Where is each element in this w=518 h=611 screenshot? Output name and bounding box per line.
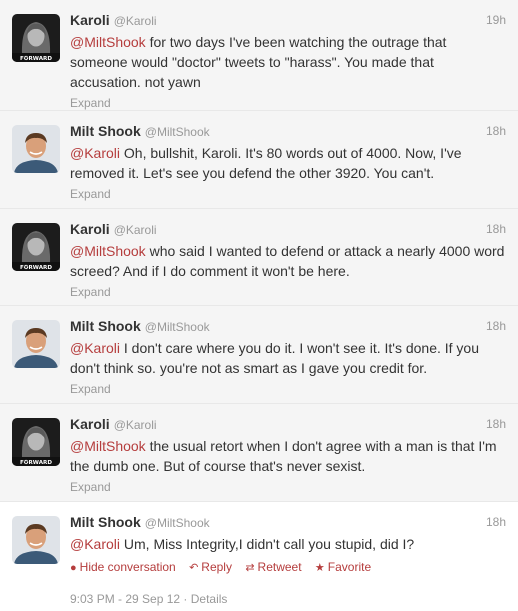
details-link[interactable]: Details <box>191 592 228 606</box>
tweet[interactable]: F✪RWARD Karoli @Karoli 18h @MiltShook who… <box>0 209 518 306</box>
avatar[interactable] <box>12 516 60 564</box>
tweet-timestamp[interactable]: 18h <box>486 222 506 236</box>
tweet-body: Um, Miss Integrity,I didn't call you stu… <box>120 536 415 552</box>
expand-link[interactable]: Expand <box>70 382 506 396</box>
tweet-header: Milt Shook @MiltShook 18h <box>70 123 506 141</box>
avatar[interactable]: F✪RWARD <box>12 418 60 466</box>
expand-link[interactable]: Expand <box>70 480 506 494</box>
hide-conversation-label: Hide conversation <box>79 560 176 574</box>
meta-separator: · <box>180 592 191 606</box>
tweet-full-timestamp[interactable]: 9:03 PM - 29 Sep 12 <box>70 592 180 606</box>
mention-link[interactable]: @MiltShook <box>70 438 146 454</box>
tweet-actions: ● Hide conversation ↶ Reply ⇄ Retweet ★ Favo… <box>70 560 506 574</box>
mention-link[interactable]: @Karoli <box>70 340 120 356</box>
favorite-button[interactable]: ★ Favorite <box>315 560 371 574</box>
author-name[interactable]: Milt Shook <box>70 318 141 334</box>
expand-link[interactable]: Expand <box>70 187 506 201</box>
karoli-avatar-image: F✪RWARD <box>12 418 60 466</box>
tweet-timestamp[interactable]: 18h <box>486 515 506 529</box>
tweet-text: @Karoli Um, Miss Integrity,I didn't call… <box>70 534 506 554</box>
tweet-meta: 9:03 PM - 29 Sep 12 · Details <box>70 592 506 606</box>
retweet-label: Retweet <box>257 560 302 574</box>
milt-avatar-image <box>12 125 60 173</box>
tweet-expanded[interactable]: Milt Shook @MiltShook 18h @Karoli Um, Mis… <box>0 502 518 611</box>
avatar-badge-text: F✪RWARD <box>20 55 52 62</box>
hide-conversation-button[interactable]: ● Hide conversation <box>70 560 176 574</box>
tweet-text: @MiltShook for two days I've been watchi… <box>70 32 506 92</box>
avatar-badge-text: F✪RWARD <box>20 264 52 271</box>
avatar[interactable]: F✪RWARD <box>12 223 60 271</box>
tweet[interactable]: F✪RWARD Karoli @Karoli 18h @MiltShook the… <box>0 404 518 502</box>
expand-link[interactable]: Expand <box>70 96 506 110</box>
tweet-content: Karoli @Karoli 18h @MiltShook the usual r… <box>70 416 506 494</box>
author-name[interactable]: Milt Shook <box>70 514 141 530</box>
tweet-timestamp[interactable]: 18h <box>486 319 506 333</box>
avatar-badge-text: F✪RWARD <box>20 459 52 466</box>
reply-button[interactable]: ↶ Reply <box>189 560 232 574</box>
retweet-button[interactable]: ⇄ Retweet <box>245 560 301 574</box>
favorite-label: Favorite <box>327 560 372 574</box>
tweet-text: @Karoli I don't care where you do it. I … <box>70 338 506 378</box>
author-name[interactable]: Karoli <box>70 416 110 432</box>
retweet-icon: ⇄ <box>245 562 255 574</box>
karoli-avatar-image: F✪RWARD <box>12 14 60 62</box>
tweet-timestamp[interactable]: 18h <box>486 417 506 431</box>
mention-link[interactable]: @Karoli <box>70 145 120 161</box>
author-handle[interactable]: @Karoli <box>114 223 157 237</box>
conversation-timeline: F✪RWARD Karoli @Karoli 19h @MiltShook for… <box>0 0 518 611</box>
milt-avatar-image <box>12 516 60 564</box>
author-handle[interactable]: @Karoli <box>114 418 157 432</box>
tweet[interactable]: Milt Shook @MiltShook 18h @Karoli Oh, bul… <box>0 111 518 209</box>
tweet-text: @Karoli Oh, bullshit, Karoli. It's 80 wo… <box>70 143 506 183</box>
avatar[interactable] <box>12 320 60 368</box>
tweet-body: Oh, bullshit, Karoli. It's 80 words out … <box>70 145 462 181</box>
mention-link[interactable]: @MiltShook <box>70 243 146 259</box>
avatar[interactable]: F✪RWARD <box>12 14 60 62</box>
tweet-content: Milt Shook @MiltShook 18h @Karoli I don't… <box>70 318 506 396</box>
tweet-content: Karoli @Karoli 18h @MiltShook who said I … <box>70 221 506 299</box>
tweet-text: @MiltShook the usual retort when I don't… <box>70 436 506 476</box>
tweet-timestamp[interactable]: 18h <box>486 124 506 138</box>
author-handle[interactable]: @MiltShook <box>145 320 210 334</box>
avatar[interactable] <box>12 125 60 173</box>
author-handle[interactable]: @Karoli <box>114 14 157 28</box>
tweet-content: Milt Shook @MiltShook 18h @Karoli Oh, bul… <box>70 123 506 201</box>
author-name[interactable]: Karoli <box>70 221 110 237</box>
tweet-content: Karoli @Karoli 19h @MiltShook for two day… <box>70 12 506 110</box>
tweet-header: Milt Shook @MiltShook 18h <box>70 514 506 532</box>
tweet[interactable]: Milt Shook @MiltShook 18h @Karoli I don't… <box>0 306 518 404</box>
tweet-timestamp[interactable]: 19h <box>486 13 506 27</box>
author-handle[interactable]: @MiltShook <box>145 516 210 530</box>
tweet-header: Karoli @Karoli 18h <box>70 221 506 239</box>
author-handle[interactable]: @MiltShook <box>145 125 210 139</box>
tweet[interactable]: F✪RWARD Karoli @Karoli 19h @MiltShook for… <box>0 0 518 111</box>
mention-link[interactable]: @MiltShook <box>70 34 146 50</box>
tweet-content: Milt Shook @MiltShook 18h @Karoli Um, Mis… <box>70 514 506 606</box>
reply-arrow-icon: ↶ <box>189 562 199 574</box>
tweet-header: Milt Shook @MiltShook 18h <box>70 318 506 336</box>
star-icon: ★ <box>314 562 325 574</box>
speech-bubble-icon: ● <box>70 562 77 574</box>
karoli-avatar-image: F✪RWARD <box>12 223 60 271</box>
reply-label: Reply <box>201 560 232 574</box>
author-name[interactable]: Karoli <box>70 12 110 28</box>
milt-avatar-image <box>12 320 60 368</box>
tweet-header: Karoli @Karoli 19h <box>70 12 506 30</box>
tweet-header: Karoli @Karoli 18h <box>70 416 506 434</box>
mention-link[interactable]: @Karoli <box>70 536 120 552</box>
expand-link[interactable]: Expand <box>70 285 506 299</box>
tweet-body: I don't care where you do it. I won't se… <box>70 340 480 376</box>
tweet-text: @MiltShook who said I wanted to defend o… <box>70 241 506 281</box>
author-name[interactable]: Milt Shook <box>70 123 141 139</box>
